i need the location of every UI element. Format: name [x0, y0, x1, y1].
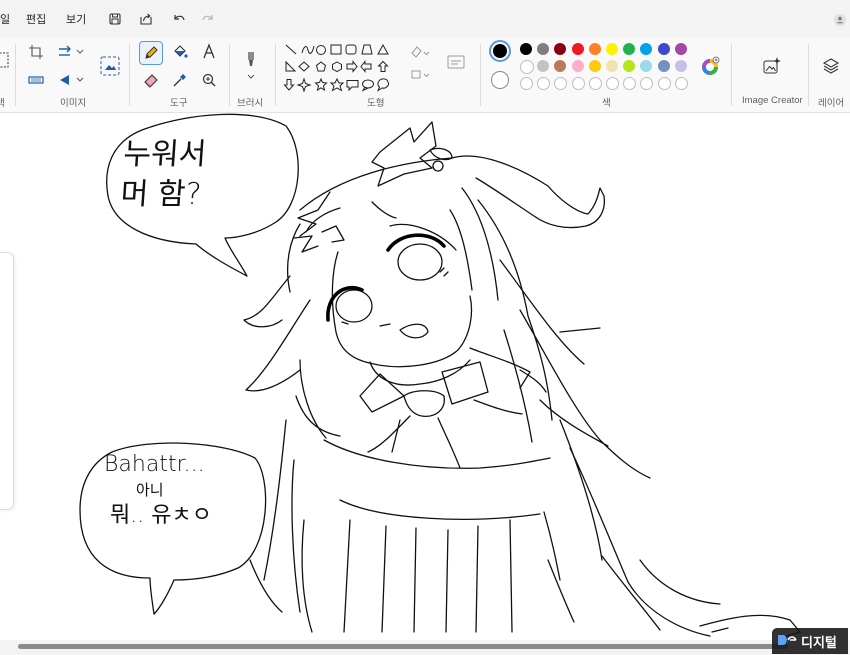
secondary-color[interactable]	[491, 71, 509, 89]
layers-icon[interactable]	[820, 55, 842, 77]
horizontal-scrollbar[interactable]	[0, 640, 850, 655]
redo-icon[interactable]	[197, 8, 219, 30]
divider	[229, 44, 230, 106]
divider	[15, 44, 16, 106]
magnifier-icon[interactable]	[199, 70, 219, 90]
color-swatch[interactable]	[537, 60, 550, 72]
color-swatch[interactable]	[623, 43, 636, 55]
custom-color-slot[interactable]	[588, 77, 602, 90]
color-swatch[interactable]	[606, 43, 618, 55]
account-icon[interactable]	[829, 9, 850, 31]
color-swatch[interactable]	[606, 60, 618, 72]
custom-color-slot[interactable]	[520, 77, 533, 90]
menu-bar: 일 편집 보기	[0, 0, 850, 38]
color-swatch[interactable]	[657, 43, 670, 55]
color-swatch[interactable]	[640, 60, 653, 72]
crop-icon[interactable]	[26, 42, 46, 62]
divider	[480, 44, 481, 106]
color-swatch[interactable]	[571, 60, 584, 72]
color-picker-icon[interactable]	[170, 70, 190, 90]
side-panel-handle[interactable]	[0, 252, 14, 510]
color-swatch[interactable]	[588, 43, 601, 55]
custom-color-slot[interactable]	[674, 77, 688, 90]
custom-color-slot[interactable]	[623, 77, 637, 90]
color-swatch[interactable]	[571, 43, 584, 55]
color-swatch[interactable]	[554, 43, 567, 55]
divider	[808, 44, 809, 106]
shape-outline-fill-options[interactable]	[408, 43, 468, 83]
menu-edit[interactable]: 편집	[26, 11, 46, 27]
drawing-canvas[interactable]: 누워서 머 함? Bahattr... 아니 뭐.. 유ㅊㅇ	[0, 113, 850, 640]
bottom-bubble-line-2: 아니	[136, 481, 164, 499]
rotate-icon[interactable]	[55, 42, 85, 62]
watermark-logo	[776, 632, 798, 651]
colors-group-label: 색	[602, 98, 611, 109]
color-swatch[interactable]	[537, 43, 550, 55]
image-select-icon[interactable]	[98, 54, 122, 78]
top-bubble-line-1: 누워서	[122, 137, 208, 172]
resize-icon[interactable]	[26, 70, 46, 90]
color-swatch[interactable]	[520, 43, 532, 55]
pencil-icon[interactable]	[139, 41, 163, 65]
tools-group-label: 도구	[170, 98, 188, 109]
menu-file[interactable]: 일	[0, 11, 10, 27]
image-creator-label[interactable]: Image Creator	[742, 95, 803, 106]
site-watermark: 디지털	[772, 628, 848, 654]
color-swatch[interactable]	[520, 60, 534, 74]
color-swatch[interactable]	[657, 60, 670, 72]
shapes-group-label: 도형	[367, 98, 385, 109]
custom-color-slot[interactable]	[571, 77, 585, 90]
menu-view[interactable]: 보기	[66, 11, 86, 27]
custom-color-slot[interactable]	[657, 77, 671, 90]
color-swatch[interactable]	[640, 43, 653, 55]
brush-icon[interactable]	[240, 48, 262, 82]
custom-color-slot[interactable]	[554, 77, 568, 90]
save-icon[interactable]	[104, 8, 126, 30]
image-creator-icon[interactable]	[760, 55, 782, 77]
share-icon[interactable]	[135, 8, 157, 30]
color-swatch[interactable]	[554, 60, 567, 72]
bottom-bubble-line-1: Bahattr...	[104, 452, 205, 477]
divider	[275, 44, 276, 106]
color-swatch[interactable]	[623, 60, 636, 72]
bottom-bubble-line-3: 뭐.. 유ㅊㅇ	[110, 503, 212, 528]
color-swatch[interactable]	[588, 60, 601, 72]
flip-icon[interactable]	[55, 70, 85, 90]
text-icon[interactable]	[199, 42, 219, 62]
fill-icon[interactable]	[170, 42, 190, 62]
primary-color-ring[interactable]	[489, 40, 511, 62]
custom-color-slot[interactable]	[640, 77, 654, 90]
scrollbar-thumb[interactable]	[18, 644, 788, 649]
primary-color	[493, 44, 507, 58]
bottom-bubble-text: Bahattr... 아니 뭐.. 유ㅊㅇ	[104, 451, 264, 531]
brush-group-label: 브러시	[237, 98, 264, 109]
layers-label[interactable]: 레이어	[818, 95, 844, 109]
top-bubble-text: 누워서 머 함?	[119, 135, 285, 215]
selection-group-label: 택	[0, 98, 5, 109]
color-swatch[interactable]	[674, 60, 687, 72]
selection-icon[interactable]	[0, 51, 12, 71]
color-wheel-icon[interactable]	[699, 55, 721, 77]
eraser-icon[interactable]	[141, 70, 161, 90]
custom-color-slot[interactable]	[537, 77, 551, 90]
top-bubble-line-2: 머 함?	[119, 177, 203, 212]
divider	[129, 44, 130, 106]
divider	[731, 44, 732, 106]
color-swatch[interactable]	[674, 43, 687, 55]
image-group-label: 이미지	[60, 98, 87, 109]
shapes-gallery[interactable]	[283, 41, 403, 97]
undo-icon[interactable]	[168, 8, 190, 30]
watermark-text: 디지털	[801, 634, 837, 650]
custom-color-slot[interactable]	[606, 77, 619, 90]
ribbon-toolbar: 택 이미지 도구 브러시 도형 색 Image Creator 레이어	[0, 38, 850, 113]
